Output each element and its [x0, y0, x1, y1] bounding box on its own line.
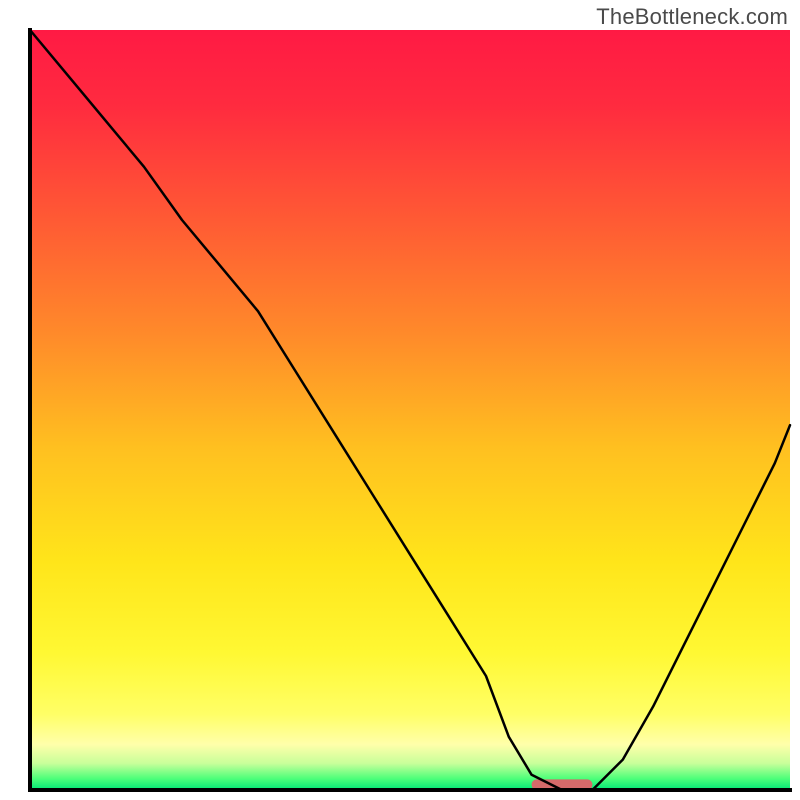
plot-background [30, 30, 790, 790]
bottleneck-chart: TheBottleneck.com [0, 0, 800, 800]
watermark-label: TheBottleneck.com [596, 4, 788, 30]
chart-svg [0, 0, 800, 800]
